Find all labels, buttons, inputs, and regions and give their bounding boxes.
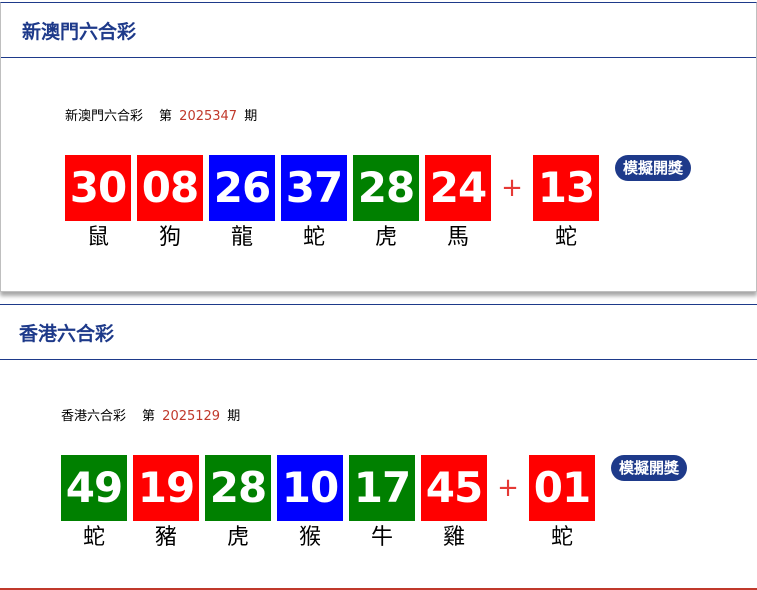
ball-zodiac: 猴: [298, 525, 321, 550]
ball-number: 26: [209, 155, 275, 221]
panel-header: 新澳門六合彩: [1, 3, 756, 58]
ball-number: 37: [281, 155, 347, 221]
ball-number: 28: [353, 155, 419, 221]
ball-zodiac: 雞: [442, 525, 465, 550]
issue-prefix: 第: [159, 109, 173, 124]
lotto-name: 新澳門六合彩: [65, 109, 144, 124]
ball-zodiac: 龍: [230, 225, 253, 250]
issue-number: 2025347: [179, 109, 238, 124]
ball-number: 49: [61, 455, 127, 521]
ball-zodiac: 狗: [158, 225, 181, 250]
ball-number: 10: [277, 455, 343, 521]
issue-prefix: 第: [142, 409, 156, 424]
lottery-ball: 28 虎: [205, 455, 271, 551]
ball-number: 01: [529, 455, 595, 521]
lottery-ball: 45 雞: [421, 455, 487, 551]
ball-number: 24: [425, 155, 491, 221]
lottery-ball: 26 龍: [209, 155, 275, 251]
lottery-ball: 08 狗: [137, 155, 203, 251]
simulate-draw-button[interactable]: 模擬開獎: [615, 155, 692, 181]
ball-number: 30: [65, 155, 131, 221]
simulate-draw-button[interactable]: 模擬開獎: [611, 455, 688, 481]
issue-suffix: 期: [244, 109, 258, 124]
lottery-ball: 37 蛇: [281, 155, 347, 251]
hongkong-lottery-panel: 香港六合彩 香港六合彩第 2025129 期 49 蛇 19 豬 28 虎 10…: [0, 304, 757, 590]
issue-line: 新澳門六合彩第 2025347 期: [65, 105, 257, 124]
panel-header: 香港六合彩: [0, 305, 757, 360]
ball-number: 08: [137, 155, 203, 221]
ball-zodiac: 豬: [154, 525, 177, 550]
issue-suffix: 期: [227, 409, 241, 424]
issue-line: 香港六合彩第 2025129 期: [61, 405, 240, 424]
ball-zodiac: 蛇: [554, 225, 577, 250]
lottery-ball: 30 鼠: [65, 155, 131, 251]
ball-number: 19: [133, 455, 199, 521]
ball-zodiac: 鼠: [86, 225, 109, 250]
macau-lottery-panel: 新澳門六合彩 新澳門六合彩第 2025347 期 30 鼠 08 狗 26 龍 …: [0, 2, 757, 292]
panel-title: 香港六合彩: [19, 322, 115, 345]
ball-number: 28: [205, 455, 271, 521]
lottery-ball: 17 牛: [349, 455, 415, 551]
ball-zodiac: 虎: [374, 225, 397, 250]
special-ball: 01 蛇: [529, 455, 595, 551]
ball-zodiac: 蛇: [550, 525, 573, 550]
ball-zodiac: 蛇: [82, 525, 105, 550]
ball-zodiac: 虎: [226, 525, 249, 550]
plus-sign: +: [497, 473, 519, 503]
ball-number: 45: [421, 455, 487, 521]
ball-row: 49 蛇 19 豬 28 虎 10 猴 17 牛 45 雞 + 01 蛇: [61, 455, 601, 551]
ball-zodiac: 馬: [446, 225, 469, 250]
issue-number: 2025129: [162, 409, 221, 424]
ball-row: 30 鼠 08 狗 26 龍 37 蛇 28 虎 24 馬 + 13 蛇: [65, 155, 605, 251]
ball-zodiac: 牛: [370, 525, 393, 550]
special-ball: 13 蛇: [533, 155, 599, 251]
lottery-results-page: 新澳門六合彩 新澳門六合彩第 2025347 期 30 鼠 08 狗 26 龍 …: [0, 0, 757, 590]
lotto-name: 香港六合彩: [61, 409, 127, 424]
ball-number: 17: [349, 455, 415, 521]
ball-zodiac: 蛇: [302, 225, 325, 250]
lottery-ball: 28 虎: [353, 155, 419, 251]
lottery-ball: 24 馬: [425, 155, 491, 251]
lottery-ball: 10 猴: [277, 455, 343, 551]
lottery-ball: 19 豬: [133, 455, 199, 551]
ball-number: 13: [533, 155, 599, 221]
lottery-ball: 49 蛇: [61, 455, 127, 551]
panel-title: 新澳門六合彩: [22, 20, 137, 43]
plus-sign: +: [501, 173, 523, 203]
